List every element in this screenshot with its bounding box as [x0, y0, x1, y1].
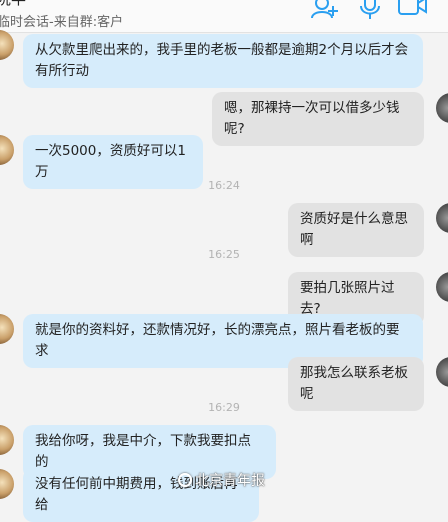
watermark-logo-icon [178, 473, 192, 487]
watermark-text: 北京青年报 [195, 473, 265, 489]
timestamp: 16:25 [208, 248, 240, 261]
add-contact-icon[interactable] [311, 0, 339, 20]
contact-avatar[interactable] [0, 30, 14, 60]
message-bubble-outgoing[interactable]: 嗯，那裸持一次可以借多少钱呢? [212, 92, 424, 146]
my-avatar[interactable] [436, 93, 448, 123]
watermark: 北京青年报 [178, 470, 265, 490]
microphone-icon[interactable] [359, 0, 381, 20]
chat-title: 阮半 [0, 0, 26, 9]
contact-avatar[interactable] [0, 314, 14, 344]
contact-avatar[interactable] [0, 135, 14, 165]
timestamp: 16:24 [208, 179, 240, 192]
timestamp: 16:29 [208, 401, 240, 414]
contact-avatar[interactable] [0, 469, 14, 499]
video-call-icon[interactable] [398, 0, 428, 18]
my-avatar[interactable] [436, 357, 448, 387]
my-avatar[interactable] [436, 272, 448, 302]
my-avatar[interactable] [436, 203, 448, 233]
chat-subtitle: 临时会话-来自群:客户 [0, 15, 124, 30]
message-bubble-incoming[interactable]: 从欠款里爬出来的，我手里的老板一般都是逾期2个月以后才会有所行动 [23, 34, 423, 88]
chat-header: 阮半 临时会话-来自群:客户 [0, 0, 448, 33]
contact-avatar[interactable] [0, 425, 14, 455]
